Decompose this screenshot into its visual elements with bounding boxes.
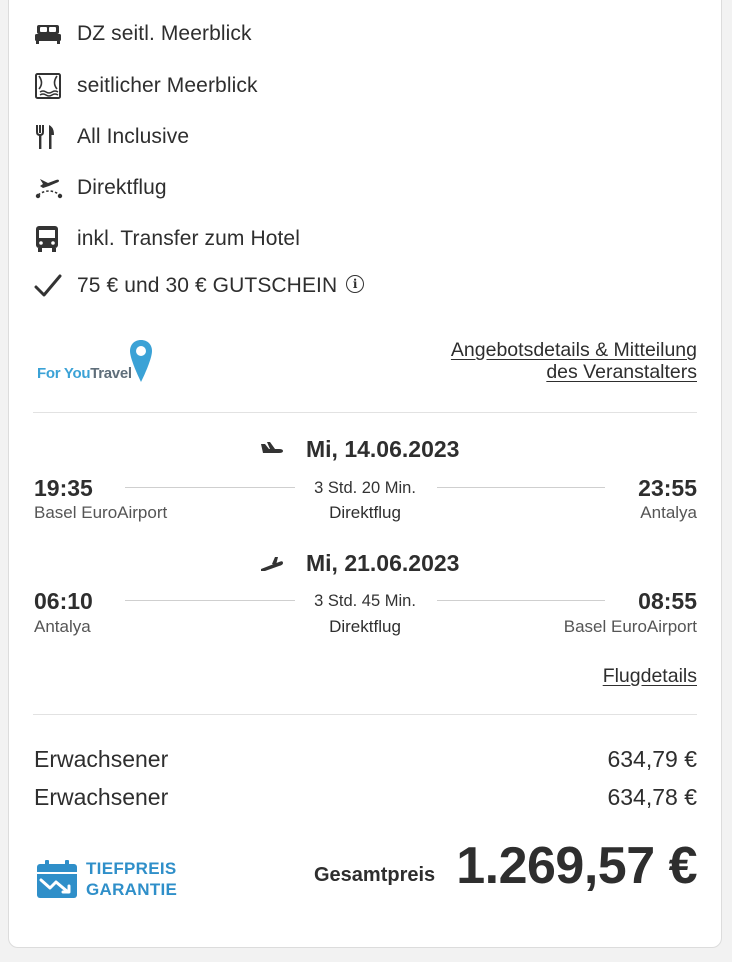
outbound-arrive-place: Antalya bbox=[640, 503, 697, 522]
low-price-guarantee-badge[interactable]: TIEFPREIS GARANTIE bbox=[36, 858, 177, 900]
return-arrive-place: Basel EuroAirport bbox=[563, 617, 697, 636]
badge-line1: TIEFPREIS bbox=[86, 859, 177, 878]
badge-text: TIEFPREIS GARANTIE bbox=[86, 858, 177, 900]
feature-transfer-text: inkl. Transfer zum Hotel bbox=[77, 227, 300, 250]
info-icon[interactable]: i bbox=[346, 275, 365, 294]
bed-icon bbox=[34, 19, 64, 49]
price-row-label-2: Erwachsener bbox=[34, 784, 169, 810]
price-row-value-2: 634,78 € bbox=[607, 784, 697, 810]
outbound-depart-time: 19:35 bbox=[34, 475, 93, 501]
divider bbox=[33, 412, 697, 413]
departure-plane-icon bbox=[261, 442, 283, 453]
flight-details-link[interactable]: Flugdetails bbox=[603, 665, 697, 688]
outbound-arrive-time: 23:55 bbox=[638, 475, 697, 501]
logo-text: For YouTravel bbox=[37, 365, 132, 382]
map-pin-icon bbox=[130, 340, 152, 382]
arrival-plane-icon bbox=[261, 557, 283, 571]
feature-voucher-text: 75 € und 30 € GUTSCHEIN i bbox=[77, 274, 365, 298]
feature-transfer: inkl. Transfer zum Hotel bbox=[34, 224, 300, 254]
feature-view-text: seitlicher Meerblick bbox=[77, 74, 258, 97]
badge-line2: GARANTIE bbox=[86, 880, 178, 899]
voucher-text: 75 € und 30 € GUTSCHEIN bbox=[77, 274, 338, 297]
bus-icon bbox=[34, 224, 64, 254]
feature-flight-text: Direktflug bbox=[77, 176, 167, 199]
logo-text-part2: Travel bbox=[90, 365, 132, 382]
outbound-depart-place: Basel EuroAirport bbox=[34, 503, 168, 522]
outbound-date: Mi, 14.06.2023 bbox=[306, 436, 460, 462]
calendar-price-icon bbox=[37, 860, 77, 898]
offer-details-link-line1: Angebotsdetails & Mitteilung bbox=[450, 339, 697, 361]
feature-voucher: 75 € und 30 € GUTSCHEIN i bbox=[34, 271, 365, 301]
flight-route-icon bbox=[34, 173, 64, 203]
checkmark-icon bbox=[34, 271, 64, 301]
return-depart-place: Antalya bbox=[34, 617, 91, 636]
feature-board-text: All Inclusive bbox=[77, 125, 190, 148]
feature-board: All Inclusive bbox=[34, 122, 189, 152]
price-row-label-1: Erwachsener bbox=[34, 746, 169, 772]
return-depart-time: 06:10 bbox=[34, 588, 93, 614]
return-line-left bbox=[125, 600, 295, 601]
feature-view: seitlicher Meerblick bbox=[34, 71, 258, 101]
cutlery-icon bbox=[34, 122, 64, 152]
total-price-label: Gesamtpreis bbox=[314, 864, 436, 886]
price-row-value-1: 634,79 € bbox=[607, 746, 697, 772]
total-price-value: 1.269,57 € bbox=[456, 837, 697, 895]
return-line-right bbox=[437, 600, 605, 601]
logo-text-part1: For You bbox=[37, 365, 91, 382]
feature-room-text: DZ seitl. Meerblick bbox=[77, 22, 252, 45]
outbound-type: Direktflug bbox=[329, 503, 401, 522]
return-date: Mi, 21.06.2023 bbox=[306, 550, 460, 576]
return-duration: 3 Std. 45 Min. bbox=[314, 592, 416, 610]
return-arrive-time: 08:55 bbox=[638, 588, 697, 614]
feature-flight: Direktflug bbox=[34, 173, 167, 203]
return-type: Direktflug bbox=[329, 617, 401, 636]
operator-logo: For YouTravel bbox=[37, 338, 167, 388]
divider bbox=[33, 714, 697, 715]
outbound-line-left bbox=[125, 487, 295, 488]
offer-details-link-line2: des Veranstalters bbox=[546, 361, 697, 383]
offer-details-link[interactable]: Angebotsdetails & Mitteilung des Veranst… bbox=[451, 339, 697, 383]
sea-view-icon bbox=[34, 71, 64, 101]
outbound-duration: 3 Std. 20 Min. bbox=[314, 479, 416, 497]
outbound-line-right bbox=[437, 487, 605, 488]
feature-room: DZ seitl. Meerblick bbox=[34, 19, 252, 49]
